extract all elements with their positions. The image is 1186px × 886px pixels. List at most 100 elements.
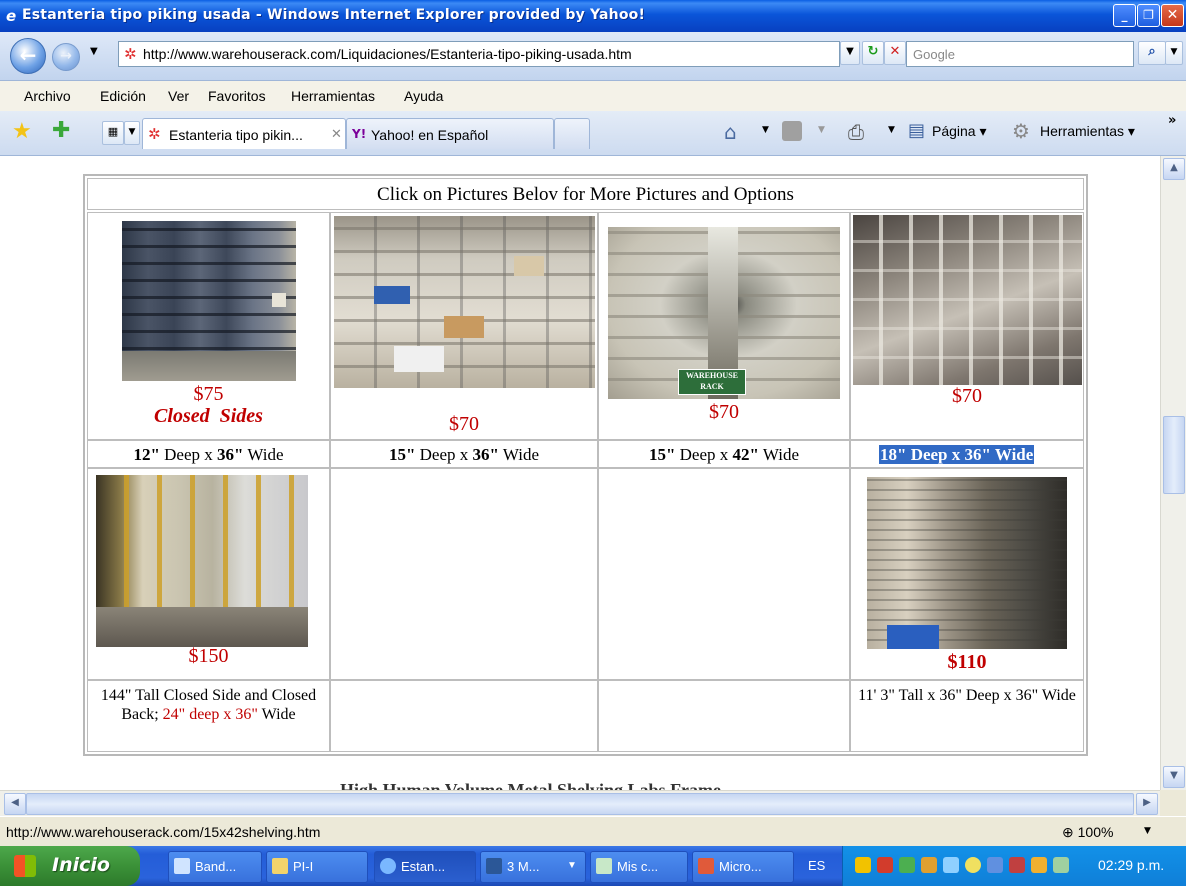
menu-ayuda[interactable]: Ayuda	[404, 88, 443, 104]
dims-cell: 15" Deep x 42" Wide	[598, 440, 850, 468]
scroll-left-button[interactable]: ◀	[4, 793, 26, 815]
bluetooth-icon[interactable]	[965, 857, 981, 873]
menu-bar: Archivo Edición Ver Favoritos Herramient…	[0, 81, 1186, 112]
product-price: $75	[193, 383, 224, 405]
start-button[interactable]: Inicio	[0, 846, 140, 886]
stop-button[interactable]: ✕	[884, 41, 906, 65]
yahoo-icon: Y!	[352, 127, 367, 141]
taskbar-item-bandeja[interactable]: Band...	[168, 851, 262, 883]
volume-icon[interactable]	[1031, 857, 1047, 873]
page-menu-button[interactable]: Página ▾	[932, 123, 987, 140]
mail-icon	[174, 858, 190, 874]
close-window-button[interactable]: ✕	[1161, 4, 1184, 27]
maximize-button[interactable]: ❐	[1137, 4, 1160, 27]
scroll-up-button[interactable]: ▲	[1163, 158, 1185, 180]
product-cell-11ft[interactable]: $110	[850, 468, 1084, 680]
forward-button[interactable]: →	[52, 43, 80, 71]
address-bar[interactable]: ✲ http://www.warehouserack.com/Liquidaci…	[118, 41, 840, 67]
add-favorite-icon[interactable]: ✚	[52, 118, 70, 143]
taskbar-item-micro[interactable]: Micro...	[692, 851, 794, 883]
taskbar-item-pi[interactable]: PI-I	[266, 851, 368, 883]
system-tray: 02:29 p.m.	[842, 846, 1186, 886]
minimize-button[interactable]: _	[1113, 4, 1136, 27]
language-indicator[interactable]: ES	[808, 858, 825, 873]
tab-yahoo[interactable]: Y! Yahoo! en Español	[346, 118, 554, 149]
group-dropdown-icon: ▼	[567, 860, 577, 871]
product-cell-18x36[interactable]: $70	[850, 212, 1084, 440]
messenger-icon[interactable]	[943, 857, 959, 873]
dims-cell: 18" Deep x 36" Wide	[850, 440, 1084, 468]
home-icon[interactable]: ⌂	[724, 120, 737, 144]
tab-bar: ★ ✚ ▦ ▼ ✲ Estanteria tipo pikin... ✕ Y! …	[0, 111, 1186, 156]
shield-icon[interactable]	[855, 857, 871, 873]
home-dropdown-icon[interactable]: ▼	[762, 125, 769, 135]
history-dropdown-icon[interactable]: ▼	[90, 46, 98, 57]
menu-archivo[interactable]: Archivo	[24, 88, 71, 104]
scroll-right-button[interactable]: ▶	[1136, 793, 1158, 815]
product-photo-11ft[interactable]	[867, 477, 1067, 649]
zoom-dropdown-icon[interactable]: ▼	[1144, 826, 1151, 836]
feeds-dropdown-icon[interactable]: ▼	[818, 125, 825, 135]
product-cell-tall-closed[interactable]: $150	[87, 468, 330, 680]
feeds-icon[interactable]	[782, 121, 802, 141]
scroll-thumb[interactable]	[1163, 416, 1185, 494]
chevron-more-icon[interactable]: »	[1168, 113, 1176, 128]
hscroll-thumb[interactable]	[26, 793, 1134, 815]
taskbar-item-mis[interactable]: Mis c...	[590, 851, 688, 883]
product-photo-closed-sides[interactable]	[122, 221, 296, 381]
tray-icon[interactable]	[921, 857, 937, 873]
search-field[interactable]: Google	[906, 41, 1134, 67]
navigation-bar: ← → ▼ ✲ http://www.warehouserack.com/Liq…	[0, 32, 1186, 81]
taskbar-item-ie[interactable]: Estan...	[374, 851, 476, 883]
search-options-button[interactable]: ▼	[1165, 41, 1183, 65]
scroll-down-button[interactable]: ▼	[1163, 766, 1185, 788]
menu-edicion[interactable]: Edición	[100, 88, 146, 104]
security-icon[interactable]	[1053, 857, 1069, 873]
address-dropdown-button[interactable]: ▼	[840, 41, 860, 65]
horizontal-scrollbar[interactable]: ◀ ▶	[0, 790, 1160, 817]
tray-icon[interactable]	[1009, 857, 1025, 873]
favorites-star-icon[interactable]: ★	[12, 119, 32, 144]
close-tab-icon[interactable]: ✕	[331, 127, 342, 142]
product-cell-12x36[interactable]: $75 Closed Sides	[87, 212, 330, 440]
menu-herramientas[interactable]: Herramientas	[291, 88, 375, 104]
taskbar-item-word[interactable]: 3 M... ▼	[480, 851, 586, 883]
table-header-cell: Click on Pictures Belov for More Picture…	[87, 178, 1084, 210]
address-text[interactable]: http://www.warehouserack.com/Liquidacion…	[143, 46, 632, 62]
quick-tabs-button[interactable]: ▦	[102, 121, 124, 145]
menu-favoritos[interactable]: Favoritos	[208, 88, 266, 104]
refresh-button[interactable]: ↻	[862, 41, 884, 65]
desc-cell: 144" Tall Closed Side and Closed Back; 2…	[87, 680, 330, 752]
products-table: Click on Pictures Belov for More Picture…	[83, 174, 1088, 756]
print-icon[interactable]: ⎙	[848, 120, 864, 144]
word-icon	[486, 858, 502, 874]
product-photo-tall-closed[interactable]	[96, 475, 308, 647]
product-price: $110	[947, 651, 987, 673]
document-icon	[596, 858, 612, 874]
display-icon[interactable]	[987, 857, 1003, 873]
product-cell-15x42[interactable]: WAREHOUSE RACK $70	[598, 212, 850, 440]
search-button[interactable]: ⌕	[1138, 41, 1166, 65]
page-icon: ▤	[908, 120, 926, 141]
back-button[interactable]: ←	[10, 38, 46, 74]
product-photo-aisle[interactable]: WAREHOUSE RACK	[608, 227, 840, 399]
tab-list-button[interactable]: ▼	[124, 121, 140, 145]
network-icon[interactable]	[899, 857, 915, 873]
vertical-scrollbar[interactable]: ▲ ▼	[1160, 156, 1186, 790]
taskbar: Inicio Band... PI-I Estan... 3 M... ▼ Mis…	[0, 846, 1186, 886]
tab-estanteria[interactable]: ✲ Estanteria tipo pikin... ✕	[142, 118, 346, 149]
zoom-level[interactable]: ⊕ 100%	[1062, 824, 1113, 841]
product-cell-15x36[interactable]: $70	[330, 212, 598, 440]
print-dropdown-icon[interactable]: ▼	[888, 125, 895, 135]
menu-ver[interactable]: Ver	[168, 88, 189, 104]
product-photo-18x36[interactable]	[853, 215, 1082, 385]
page-content: Click on Pictures Belov for More Picture…	[0, 156, 1160, 790]
empty-cell	[330, 680, 598, 752]
tools-menu-button[interactable]: Herramientas ▾	[1040, 123, 1135, 140]
new-tab-button[interactable]	[554, 118, 590, 149]
antivirus-icon[interactable]	[877, 857, 893, 873]
empty-cell	[598, 468, 850, 680]
clock[interactable]: 02:29 p.m.	[1098, 857, 1164, 873]
product-photo-15x36[interactable]	[334, 216, 595, 388]
title-bar[interactable]: e Estanteria tipo piking usada - Windows…	[0, 0, 1186, 32]
